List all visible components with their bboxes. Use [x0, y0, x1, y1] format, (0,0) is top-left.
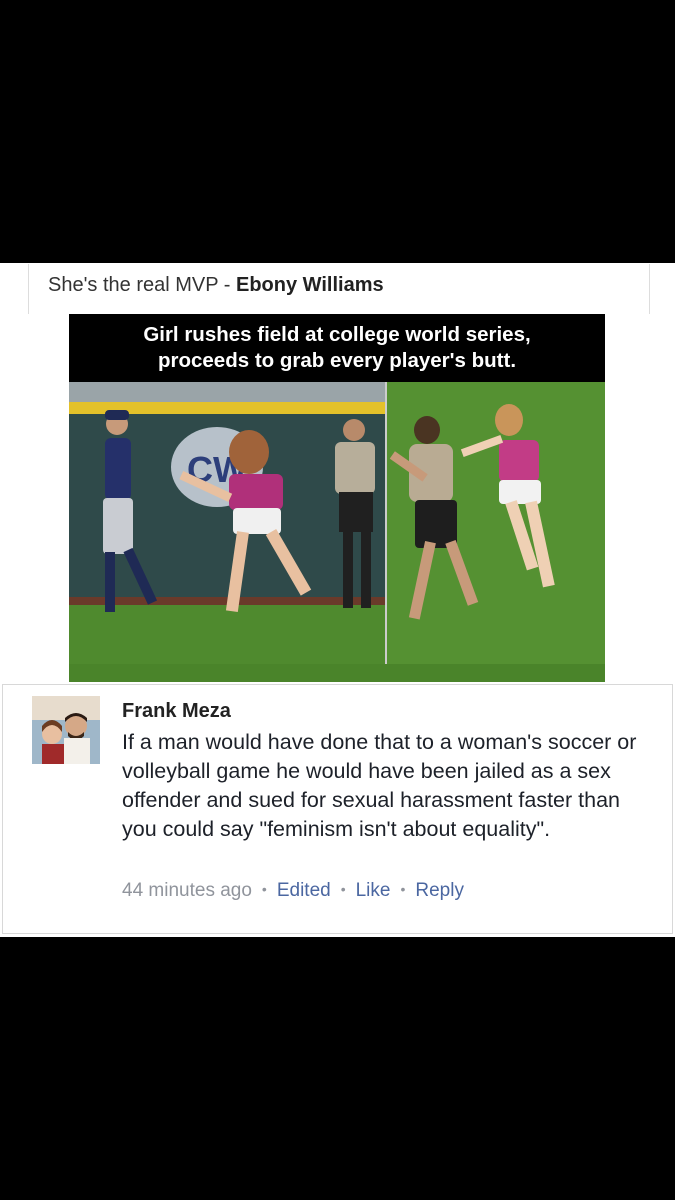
- separator-dot: •: [261, 881, 267, 897]
- comment-author[interactable]: Frank Meza: [122, 700, 231, 723]
- right-photo: [387, 382, 605, 682]
- post-prefix: She's the real MVP -: [48, 274, 236, 296]
- meme-title: Girl rushes field at college world serie…: [69, 314, 605, 382]
- meme-image[interactable]: Girl rushes field at college world serie…: [69, 314, 605, 682]
- reply-button[interactable]: Reply: [415, 880, 464, 901]
- meme-title-line2: proceeds to grab every player's butt.: [157, 349, 517, 372]
- separator-dot: •: [340, 881, 346, 897]
- left-photo: CW: [69, 382, 385, 682]
- avatar[interactable]: [32, 696, 100, 764]
- comment-text: If a man would have done that to a woman…: [122, 730, 637, 841]
- comment-time[interactable]: 44 minutes ago: [122, 880, 252, 901]
- edited-link[interactable]: Edited: [277, 880, 331, 901]
- meme-title-line1: Girl rushes field at college world serie…: [143, 323, 531, 346]
- like-button[interactable]: Like: [356, 880, 391, 901]
- comment-meta: 44 minutes ago • Edited • Like • Reply: [122, 880, 464, 902]
- post-caption: She's the real MVP - Ebony Williams: [48, 274, 384, 297]
- separator-dot: •: [400, 881, 406, 897]
- post-author-link[interactable]: Ebony Williams: [236, 274, 384, 296]
- meme-photos: CW: [69, 382, 605, 682]
